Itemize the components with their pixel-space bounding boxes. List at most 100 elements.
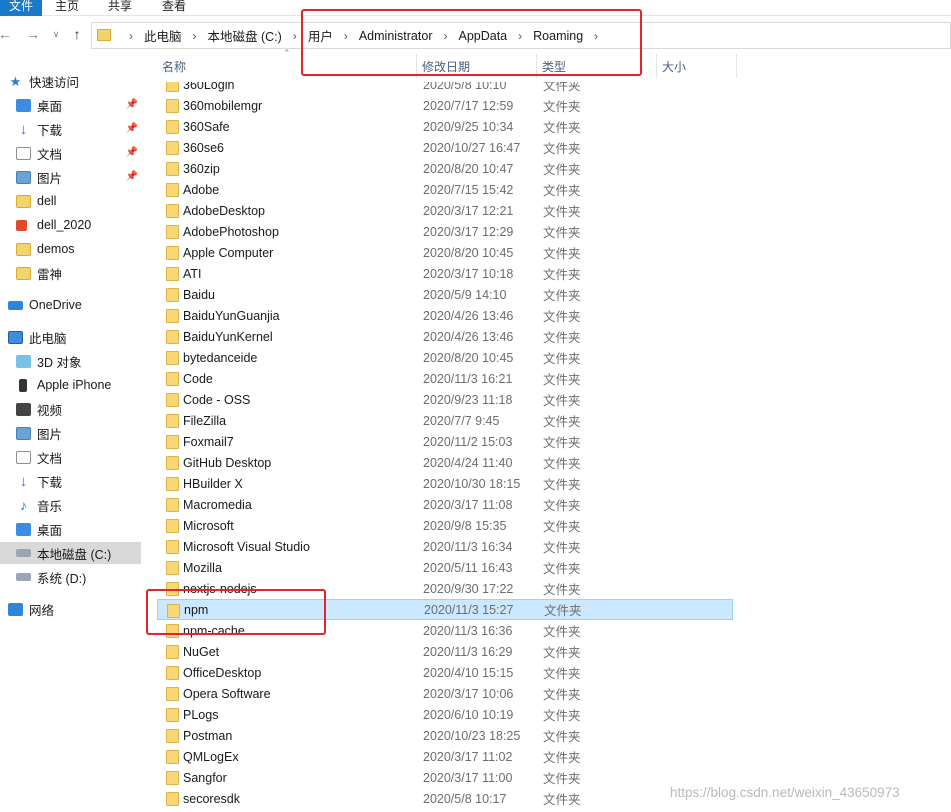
column-header-size[interactable]: 大小	[657, 54, 737, 78]
pin-icon[interactable]: 📌	[126, 171, 138, 182]
file-row[interactable]: 360Safe 2020/9/25 10:34 文件夹	[157, 116, 733, 137]
file-name: Code - OSS	[183, 392, 251, 407]
file-row[interactable]: AdobeDesktop 2020/3/17 12:21 文件夹	[157, 200, 733, 221]
sidebar-item-documents-pc[interactable]: 文档	[16, 446, 148, 468]
sidebar-item-demos[interactable]: demos	[16, 238, 148, 260]
breadcrumb-local-disk-c[interactable]: 本地磁盘 (C:)	[208, 26, 282, 45]
chevron-right-icon[interactable]: ›	[129, 29, 133, 43]
file-row[interactable]: BaiduYunKernel 2020/4/26 13:46 文件夹	[157, 326, 733, 347]
file-row[interactable]: bytedanceide 2020/8/20 10:45 文件夹	[157, 347, 733, 368]
file-type: 文件夹	[543, 247, 581, 261]
file-row[interactable]: Microsoft 2020/9/8 15:35 文件夹	[157, 515, 733, 536]
file-row[interactable]: NuGet 2020/11/3 16:29 文件夹	[157, 641, 733, 662]
file-row[interactable]: 360zip 2020/8/20 10:47 文件夹	[157, 158, 733, 179]
pin-icon[interactable]: 📌	[126, 123, 138, 134]
sidebar-item-music[interactable]: ♪ 音乐	[16, 494, 148, 516]
file-row[interactable]: Adobe 2020/7/15 15:42 文件夹	[157, 179, 733, 200]
file-row[interactable]: HBuilder X 2020/10/30 18:15 文件夹	[157, 473, 733, 494]
back-arrow-icon[interactable]: ←	[0, 25, 14, 43]
pin-icon[interactable]: 📌	[126, 99, 138, 110]
sidebar-item-network[interactable]: 网络	[8, 598, 156, 620]
tab-home[interactable]: 主页	[55, 0, 79, 16]
file-row[interactable]: BaiduYunGuanjia 2020/4/26 13:46 文件夹	[157, 305, 733, 326]
file-row[interactable]: Microsoft Visual Studio 2020/11/3 16:34 文件…	[157, 536, 733, 557]
sidebar-item-documents[interactable]: 文档 📌	[16, 142, 148, 164]
file-row[interactable]: Postman 2020/10/23 18:25 文件夹	[157, 725, 733, 746]
file-row[interactable]: Macromedia 2020/3/17 11:08 文件夹	[157, 494, 733, 515]
tab-view[interactable]: 查看	[162, 0, 186, 16]
column-header-name[interactable]: 名称	[157, 54, 417, 78]
file-row[interactable]: Code 2020/11/3 16:21 文件夹	[157, 368, 733, 389]
file-row[interactable]: nextjs-nodejs 2020/9/30 17:22 文件夹	[157, 578, 733, 599]
breadcrumb-users[interactable]: 用户	[308, 26, 333, 45]
sidebar-item-onedrive[interactable]: OneDrive	[8, 294, 156, 316]
file-row[interactable]: Sangfor 2020/3/17 11:00 文件夹	[157, 767, 733, 788]
file-row[interactable]: Foxmail7 2020/11/2 15:03 文件夹	[157, 431, 733, 452]
column-header-date-modified[interactable]: 修改日期	[417, 54, 537, 78]
music-icon: ♪	[20, 496, 27, 513]
sidebar-item-pictures-pc[interactable]: 图片	[16, 422, 148, 444]
sidebar-item-leishen[interactable]: 雷神	[16, 262, 148, 284]
column-header-type[interactable]: 类型	[537, 54, 657, 78]
breadcrumb-this-pc[interactable]: 此电脑	[144, 26, 182, 45]
file-name: 360Safe	[183, 119, 230, 134]
breadcrumb-appdata[interactable]: AppData	[458, 29, 507, 43]
folder-warning-icon	[16, 219, 27, 231]
chevron-right-icon[interactable]: ›	[193, 29, 197, 43]
sidebar-item-downloads-pc[interactable]: ↓ 下载	[16, 470, 148, 492]
sidebar-item-apple-iphone[interactable]: Apple iPhone	[16, 374, 148, 396]
sidebar-item-downloads[interactable]: ↓ 下载 📌	[16, 118, 148, 140]
file-row[interactable]: AdobePhotoshop 2020/3/17 12:29 文件夹	[157, 221, 733, 242]
file-date-modified: 2020/7/15 15:42	[423, 182, 514, 197]
file-row[interactable]: Code - OSS 2020/9/23 11:18 文件夹	[157, 389, 733, 410]
sidebar-item-quick-access[interactable]: ★ 快速访问	[8, 70, 156, 92]
sidebar-item-system-d[interactable]: 系统 (D:)	[16, 566, 148, 588]
sidebar-item-dell[interactable]: dell	[16, 190, 148, 212]
file-row[interactable]: Mozilla 2020/5/11 16:43 文件夹	[157, 557, 733, 578]
file-date-modified: 2020/5/8 10:10	[423, 82, 507, 92]
file-row[interactable]: Apple Computer 2020/8/20 10:45 文件夹	[157, 242, 733, 263]
file-row[interactable]: OfficeDesktop 2020/4/10 15:15 文件夹	[157, 662, 733, 683]
chevron-right-icon[interactable]: ›	[443, 29, 447, 43]
network-icon	[8, 602, 23, 616]
sidebar-item-dell-2020[interactable]: dell_2020	[16, 214, 148, 236]
pin-icon[interactable]: 📌	[126, 147, 138, 158]
file-row[interactable]: 360mobilemgr 2020/7/17 12:59 文件夹	[157, 95, 733, 116]
file-row[interactable]: GitHub Desktop 2020/4/24 11:40 文件夹	[157, 452, 733, 473]
sidebar-item-this-pc[interactable]: 此电脑	[8, 326, 156, 348]
file-name: Adobe	[183, 182, 220, 197]
sidebar-item-local-disk-c[interactable]: 本地磁盘 (C:)	[0, 542, 141, 564]
sidebar-item-videos[interactable]: 视频	[16, 398, 148, 420]
breadcrumb-administrator[interactable]: Administrator	[359, 29, 433, 43]
navigation-pane: ★ 快速访问 桌面 📌 ↓ 下载 📌 文档 📌 图片 📌 dell dell_2…	[0, 62, 150, 812]
tab-file[interactable]: 文件	[0, 0, 42, 16]
sidebar-item-pictures[interactable]: 图片 📌	[16, 166, 148, 188]
sidebar-item-desktop-pc[interactable]: 桌面	[16, 518, 148, 540]
breadcrumb-roaming[interactable]: Roaming	[533, 29, 583, 43]
sidebar-item-desktop[interactable]: 桌面 📌	[16, 94, 148, 116]
tab-share[interactable]: 共享	[108, 0, 132, 16]
chevron-right-icon[interactable]: ›	[344, 29, 348, 43]
chevron-right-icon[interactable]: ›	[594, 29, 598, 43]
file-row[interactable]: npm 2020/11/3 15:27 文件夹	[157, 599, 733, 620]
address-bar[interactable]: › 此电脑 › 本地磁盘 (C:) › 用户 › Administrator ›…	[91, 22, 951, 49]
star-icon: ★	[9, 73, 22, 89]
file-row[interactable]: npm-cache 2020/11/3 16:36 文件夹	[157, 620, 733, 641]
file-name: 360zip	[183, 161, 220, 176]
file-row[interactable]: secoresdk 2020/5/8 10:17 文件夹	[157, 788, 733, 809]
file-row[interactable]: QMLogEx 2020/3/17 11:02 文件夹	[157, 746, 733, 767]
file-row[interactable]: 360Login 2020/5/8 10:10 文件夹	[157, 82, 733, 95]
sidebar-item-3d-objects[interactable]: 3D 对象	[16, 350, 148, 372]
file-row[interactable]: PLogs 2020/6/10 10:19 文件夹	[157, 704, 733, 725]
up-arrow-icon[interactable]: ↑	[68, 25, 86, 43]
file-row[interactable]: Opera Software 2020/3/17 10:06 文件夹	[157, 683, 733, 704]
chevron-right-icon[interactable]: ›	[518, 29, 522, 43]
ribbon-tabs: 文件 主页 共享 查看	[0, 0, 951, 16]
file-row[interactable]: FileZilla 2020/7/7 9:45 文件夹	[157, 410, 733, 431]
file-row[interactable]: 360se6 2020/10/27 16:47 文件夹	[157, 137, 733, 158]
chevron-down-icon[interactable]: ∨	[47, 25, 65, 43]
chevron-right-icon[interactable]: ›	[293, 29, 297, 43]
forward-arrow-icon[interactable]: →	[24, 25, 42, 43]
file-row[interactable]: ATI 2020/3/17 10:18 文件夹	[157, 263, 733, 284]
file-row[interactable]: Baidu 2020/5/9 14:10 文件夹	[157, 284, 733, 305]
